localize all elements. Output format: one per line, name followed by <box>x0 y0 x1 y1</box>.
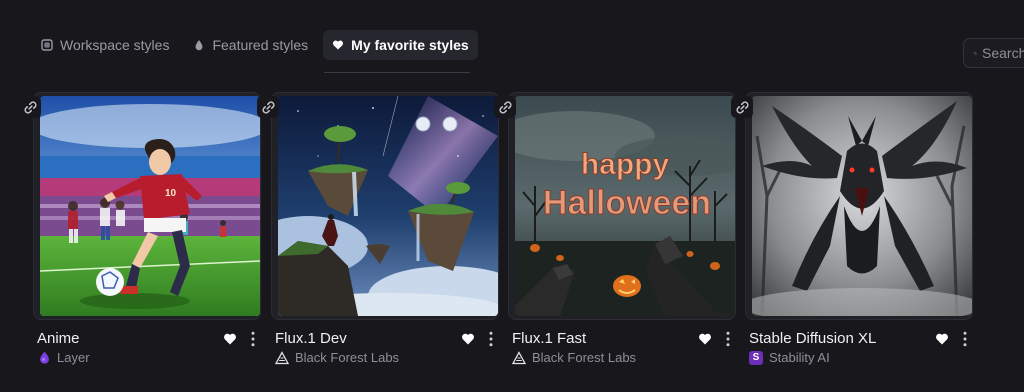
style-author: Layer <box>37 350 90 365</box>
search-box[interactable] <box>963 38 1024 68</box>
more-options-icon[interactable] <box>485 331 497 347</box>
author-name: Layer <box>57 350 90 365</box>
anime-thumbnail: 10 <box>40 96 260 316</box>
link-button[interactable] <box>257 96 279 118</box>
thumbnail-text-line2: Halloween <box>543 184 711 222</box>
grid-icon <box>41 39 53 51</box>
style-thumbnail-frame[interactable]: happy Halloween <box>508 92 736 320</box>
search-input[interactable] <box>982 45 1024 61</box>
active-tab-underline <box>324 72 470 73</box>
favorite-heart-icon[interactable] <box>461 332 475 346</box>
svg-text:10: 10 <box>165 188 177 199</box>
link-button[interactable] <box>731 96 753 118</box>
style-title: Flux.1 Dev <box>275 330 347 347</box>
style-title: Stable Diffusion XL <box>749 330 877 347</box>
stable-diffusion-thumbnail <box>752 96 972 316</box>
svg-text:Halloween: Halloween <box>543 184 711 222</box>
layer-logo-icon <box>37 351 51 365</box>
author-name: Black Forest Labs <box>295 350 400 365</box>
favorite-heart-icon[interactable] <box>935 332 949 346</box>
favorite-heart-icon[interactable] <box>223 332 237 346</box>
stability-logo-letter: S <box>752 352 760 363</box>
author-name: Stability AI <box>769 350 830 365</box>
flux-fast-thumbnail: happy Halloween <box>515 96 735 316</box>
style-tabs: Workspace styles Featured styles My favo… <box>32 30 484 60</box>
heart-icon <box>333 40 344 50</box>
style-author: Black Forest Labs <box>512 350 636 365</box>
more-options-icon[interactable] <box>247 331 259 347</box>
link-icon <box>261 100 275 114</box>
thumbnail-text-line1: happy <box>581 148 670 181</box>
bfl-logo-icon <box>512 350 526 365</box>
stability-logo-icon: S <box>749 350 763 365</box>
author-name: Black Forest Labs <box>532 350 637 365</box>
tab-label: My favorite styles <box>351 37 469 53</box>
link-icon <box>735 100 749 114</box>
style-title: Anime <box>37 330 80 347</box>
link-icon <box>498 100 512 114</box>
tab-my-favorite-styles[interactable]: My favorite styles <box>323 30 478 60</box>
style-author: S Stability AI <box>749 350 830 365</box>
link-icon <box>23 100 37 114</box>
style-card-flux-dev[interactable]: Flux.1 Dev Black Forest Labs <box>257 92 499 374</box>
style-card-stable-diffusion-xl[interactable]: Stable Diffusion XL S Stability AI <box>731 92 973 374</box>
svg-text:happy: happy <box>581 148 670 181</box>
style-thumbnail-frame[interactable] <box>745 92 973 320</box>
style-author: Black Forest Labs <box>275 350 399 365</box>
more-options-icon[interactable] <box>722 331 734 347</box>
search-icon <box>974 51 977 55</box>
tab-label: Featured styles <box>212 37 309 53</box>
link-button[interactable] <box>494 96 516 118</box>
bfl-logo-icon <box>275 350 289 365</box>
tab-workspace-styles[interactable]: Workspace styles <box>32 30 178 60</box>
link-button[interactable] <box>19 96 41 118</box>
style-card-flux-fast[interactable]: happy Halloween Flux.1 Fast Black Forest <box>494 92 736 374</box>
more-options-icon[interactable] <box>959 331 971 347</box>
tab-featured-styles[interactable]: Featured styles <box>184 30 317 60</box>
favorite-heart-icon[interactable] <box>698 332 712 346</box>
style-card-anime[interactable]: 10 Anime Layer <box>19 92 261 374</box>
style-title: Flux.1 Fast <box>512 330 587 347</box>
style-thumbnail-frame[interactable]: 10 <box>33 92 261 320</box>
drop-icon <box>195 40 203 51</box>
style-thumbnail-frame[interactable] <box>271 92 499 320</box>
flux-dev-thumbnail <box>278 96 498 316</box>
tab-label: Workspace styles <box>60 37 170 53</box>
